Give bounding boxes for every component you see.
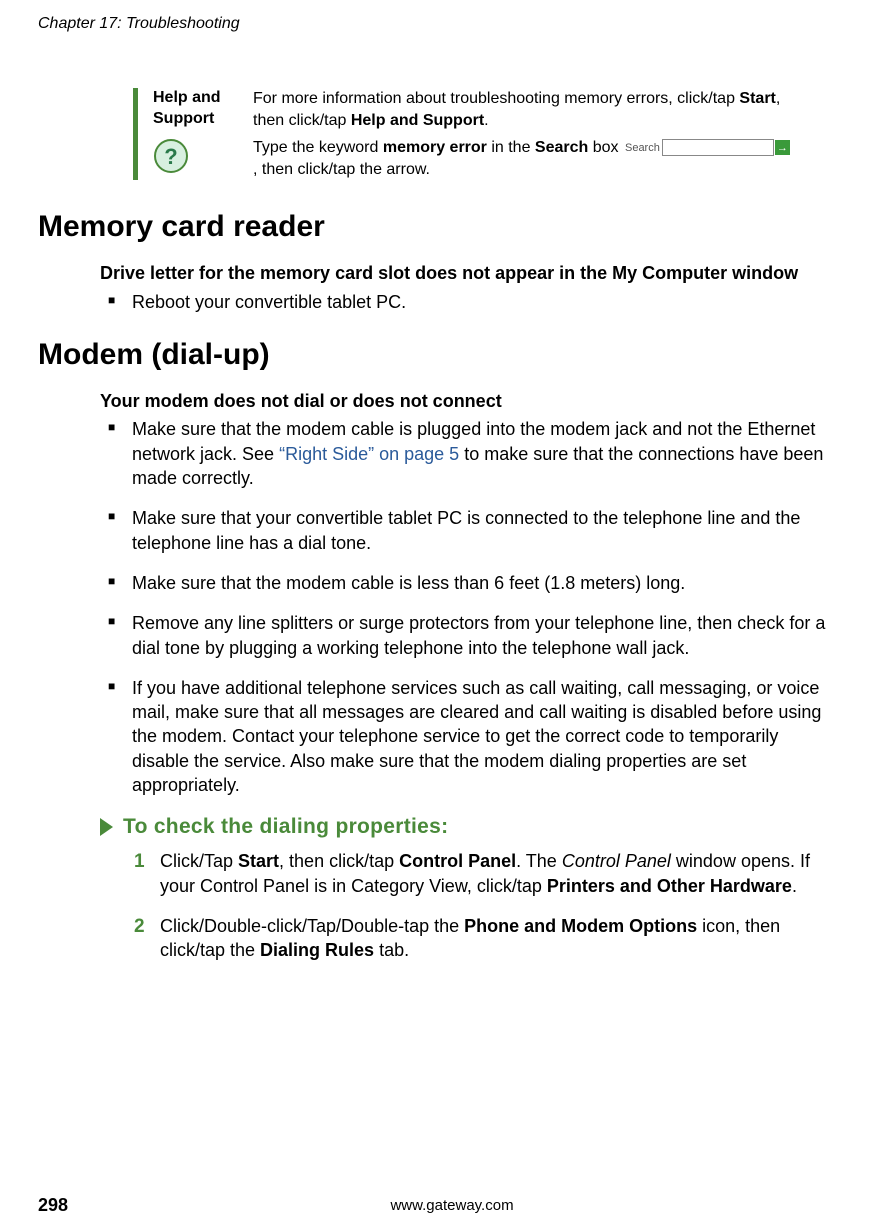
help-t1d: Help and Support	[351, 112, 484, 129]
s2b: Phone and Modem Options	[464, 916, 697, 936]
step-1: Click/Tap Start, then click/tap Control …	[134, 849, 836, 898]
s1h: Printers and Other Hardware	[547, 876, 792, 896]
bullet-telephone-services: If you have additional telephone service…	[100, 676, 836, 797]
help-t2f: , then click/tap the arrow.	[253, 161, 430, 178]
help-t2a: Type the keyword	[253, 139, 383, 156]
help-t1a: For more information about troubleshooti…	[253, 90, 739, 107]
s1i: .	[792, 876, 797, 896]
help-t2c: in the	[487, 139, 535, 156]
bullet-cable-length: Make sure that the modem cable is less t…	[100, 571, 836, 595]
s2a: Click/Double-click/Tap/Double-tap the	[160, 916, 464, 936]
issue-modem-no-dial: Your modem does not dial or does not con…	[100, 390, 836, 413]
footer-url: www.gateway.com	[68, 1197, 836, 1214]
s1b: Start	[238, 851, 279, 871]
s2d: Dialing Rules	[260, 940, 374, 960]
help-t2e: box	[588, 139, 623, 156]
page-number: 298	[38, 1195, 68, 1216]
bullet-remove-splitters: Remove any line splitters or surge prote…	[100, 611, 836, 660]
procedure-header: To check the dialing properties:	[100, 815, 836, 839]
search-box-inline: Search →	[625, 139, 790, 156]
search-tiny-label: Search	[625, 141, 660, 156]
step-2: Click/Double-click/Tap/Double-tap the Ph…	[134, 914, 836, 963]
svg-text:?: ?	[164, 144, 177, 169]
search-tiny-input	[662, 139, 774, 156]
procedure-title: To check the dialing properties:	[123, 815, 448, 839]
help-support-callout: Help and Support ? For more information …	[133, 88, 836, 180]
help-support-label: Help and Support	[153, 88, 253, 130]
bullet-phone-line: Make sure that your convertible tablet P…	[100, 506, 836, 555]
s1d: Control Panel	[399, 851, 516, 871]
procedure-arrow-icon	[100, 818, 113, 836]
help-t2d: Search	[535, 139, 588, 156]
search-arrow-icon: →	[775, 140, 790, 155]
help-t1e: .	[484, 112, 488, 129]
s1a: Click/Tap	[160, 851, 238, 871]
s1c: , then click/tap	[279, 851, 399, 871]
help-label-line2: Support	[153, 110, 214, 127]
help-text-line2: Type the keyword memory error in the Sea…	[253, 137, 796, 180]
section-memory-card-reader: Memory card reader	[38, 210, 836, 244]
s1f: Control Panel	[562, 851, 671, 871]
s1e: . The	[516, 851, 562, 871]
issue-drive-letter: Drive letter for the memory card slot do…	[100, 262, 836, 285]
s2e: tab.	[374, 940, 409, 960]
link-right-side[interactable]: “Right Side” on page 5	[279, 444, 459, 464]
bullet-reboot: Reboot your convertible tablet PC.	[100, 290, 836, 314]
help-t1b: Start	[739, 90, 775, 107]
bullet-modem-cable: Make sure that the modem cable is plugge…	[100, 417, 836, 490]
chapter-header: Chapter 17: Troubleshooting	[38, 15, 836, 33]
help-text-line1: For more information about troubleshooti…	[253, 88, 796, 131]
help-question-icon: ?	[153, 138, 253, 179]
section-modem-dialup: Modem (dial-up)	[38, 338, 836, 372]
help-label-line1: Help and	[153, 89, 221, 106]
help-t2b: memory error	[383, 139, 487, 156]
